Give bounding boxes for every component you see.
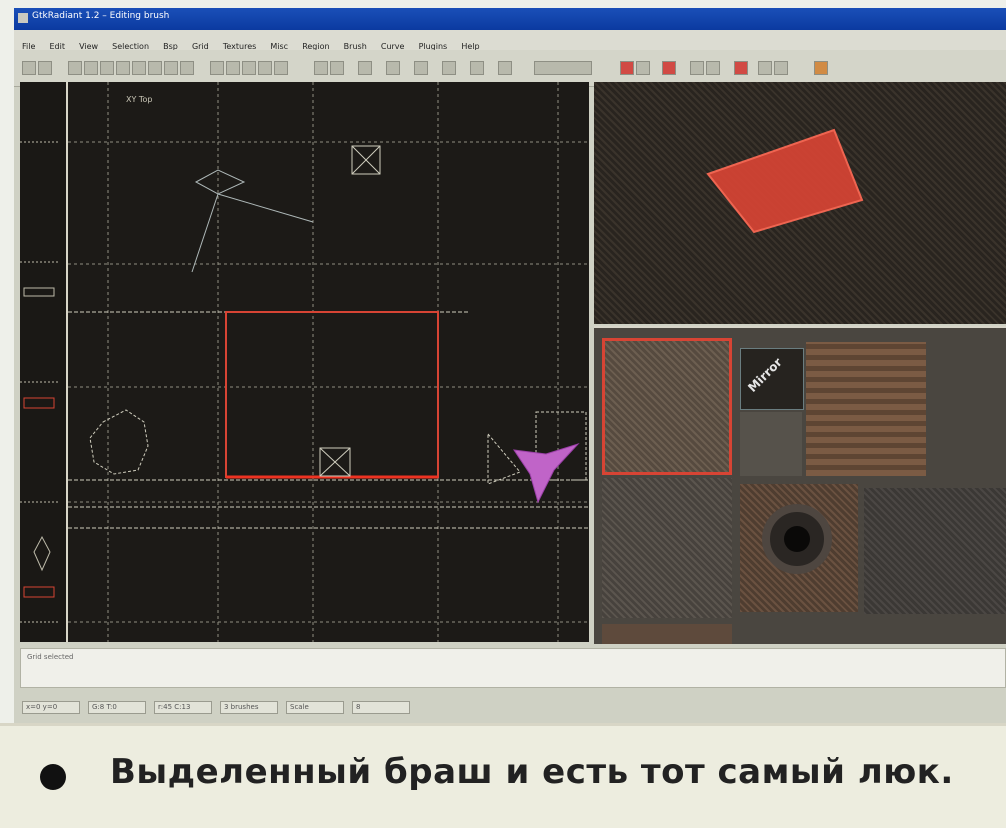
console-panel: Grid selected [20, 648, 1006, 688]
tool-button-4[interactable] [690, 61, 704, 75]
texture-browser[interactable]: Mirror [594, 326, 1006, 644]
tool-button-5[interactable] [706, 61, 720, 75]
patch-insert-button[interactable] [470, 61, 484, 75]
status-field-brushes: 3 brushes [220, 701, 278, 714]
hollow-button[interactable] [242, 61, 256, 75]
status-field-coords: x=0 y=0 [22, 701, 80, 714]
tool-button-9[interactable] [814, 61, 828, 75]
texture-gray[interactable] [740, 412, 802, 476]
entity-model [512, 442, 580, 504]
view-mode-group[interactable] [534, 61, 592, 75]
tool-button-6[interactable] [734, 61, 748, 75]
status-field-grid: G:8 T:0 [88, 701, 146, 714]
menu-bar: File Edit View Selection Bsp Grid Textur… [14, 30, 1006, 51]
hatch-brush-3d [706, 128, 864, 234]
texture-stone[interactable] [602, 478, 732, 618]
tool-button-3[interactable] [662, 61, 676, 75]
csg-merge-button[interactable] [226, 61, 240, 75]
view-change-button[interactable] [274, 61, 288, 75]
view-entity-button[interactable] [386, 61, 400, 75]
window-title: GtkRadiant 1.2 – Editing brush [32, 11, 170, 21]
texture-dark[interactable] [864, 488, 1006, 614]
texture-rust[interactable] [806, 342, 926, 476]
flip-x-button[interactable] [68, 61, 82, 75]
open-button[interactable] [22, 61, 36, 75]
texture-lock-button[interactable] [314, 61, 328, 75]
rotate-y-button[interactable] [132, 61, 146, 75]
select-complete-button[interactable] [164, 61, 178, 75]
save-button[interactable] [38, 61, 52, 75]
rotate-x-button[interactable] [116, 61, 130, 75]
bullet-icon [40, 764, 66, 790]
tool-button-2[interactable] [636, 61, 650, 75]
tool-button-7[interactable] [758, 61, 772, 75]
csg-subtract-button[interactable] [210, 61, 224, 75]
flip-z-button[interactable] [100, 61, 114, 75]
red-tool-button[interactable] [620, 61, 634, 75]
texture-selected[interactable] [602, 338, 732, 475]
hatch-core-icon [784, 526, 810, 552]
patch-delete-button[interactable] [498, 61, 512, 75]
camera-viewport[interactable] [594, 82, 1006, 324]
caption-bar: Выделенный браш и есть тот самый люк. [0, 723, 1006, 828]
vertical-ruler [20, 82, 68, 642]
cube-clip-button[interactable] [358, 61, 372, 75]
camera-move-button[interactable] [330, 61, 344, 75]
grid-canvas[interactable] [68, 82, 589, 642]
caption-text: Выделенный браш и есть тот самый люк. [110, 752, 954, 792]
selected-brush [225, 311, 439, 478]
xy-viewport[interactable]: XY Top [20, 82, 589, 642]
clipper-button[interactable] [258, 61, 272, 75]
pointer-tool-button[interactable] [774, 61, 788, 75]
flip-y-button[interactable] [84, 61, 98, 75]
title-bar[interactable]: GtkRadiant 1.2 – Editing brush [14, 8, 1006, 30]
status-field-scale: Scale [286, 701, 344, 714]
select-touching-button[interactable] [180, 61, 194, 75]
app-icon [18, 13, 28, 23]
patch-button[interactable] [414, 61, 428, 75]
rotate-z-button[interactable] [148, 61, 162, 75]
status-field-value: 8 [352, 701, 410, 714]
status-bar: x=0 y=0 G:8 T:0 r:45 C:13 3 brushes Scal… [14, 692, 1006, 723]
patch-bend-button[interactable] [442, 61, 456, 75]
editor-window: GtkRadiant 1.2 – Editing brush File Edit… [14, 8, 1006, 723]
console-line: Grid selected [27, 653, 74, 661]
texture-brown[interactable] [602, 624, 732, 644]
status-field-rotation: r:45 C:13 [154, 701, 212, 714]
